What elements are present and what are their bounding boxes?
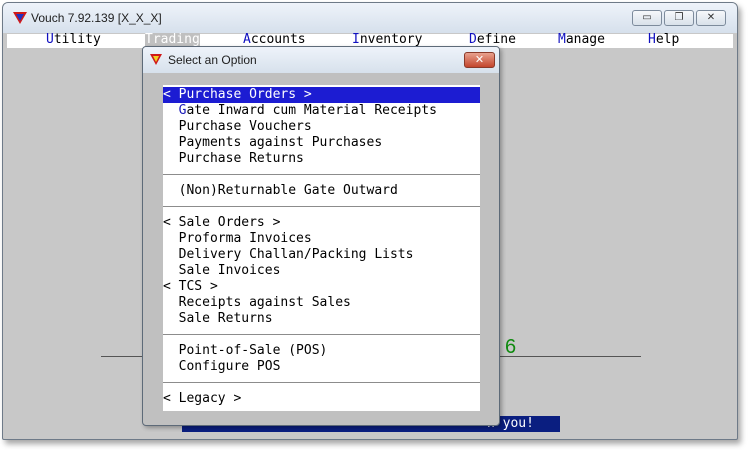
dialog-close-button[interactable]: ✕ xyxy=(464,52,495,68)
option-purchase-vouchers[interactable]: Purchase Vouchers xyxy=(163,119,480,135)
minimize-icon: ▭ xyxy=(642,12,652,23)
menu-help[interactable]: Help xyxy=(648,33,679,47)
option-tcs[interactable]: < TCS > xyxy=(163,279,480,295)
separator xyxy=(163,382,480,383)
maximize-button[interactable]: ❐ xyxy=(664,10,694,26)
option-receipts-against-sales[interactable]: Receipts against Sales xyxy=(163,295,480,311)
menu-inventory[interactable]: Inventory xyxy=(352,33,422,47)
dialog-logo-icon xyxy=(150,54,162,65)
option-configure-pos[interactable]: Configure POS xyxy=(163,359,480,375)
title-bar[interactable]: Vouch 7.92.139 [X_X_X] ▭ ❐ ✕ xyxy=(3,3,737,33)
option-sale-orders[interactable]: < Sale Orders > xyxy=(163,215,480,231)
select-option-dialog: Select an Option ✕ < Purchase Orders > G… xyxy=(142,46,500,426)
option-purchase-returns[interactable]: Purchase Returns xyxy=(163,151,480,167)
separator xyxy=(163,174,480,175)
close-icon: ✕ xyxy=(474,53,485,66)
window-title: Vouch 7.92.139 [X_X_X] xyxy=(31,11,162,25)
close-icon: ✕ xyxy=(706,12,716,23)
menu-manage[interactable]: Manage xyxy=(558,33,605,47)
option-purchase-orders[interactable]: < Purchase Orders > xyxy=(163,87,480,103)
option-list: < Purchase Orders > Gate Inward cum Mate… xyxy=(163,85,480,411)
dialog-title-bar[interactable]: Select an Option ✕ xyxy=(143,47,499,73)
menu-trading[interactable]: Trading xyxy=(145,33,200,47)
option-point-of-sale[interactable]: Point-of-Sale (POS) xyxy=(163,343,480,359)
dialog-title: Select an Option xyxy=(168,53,257,67)
option-sale-invoices[interactable]: Sale Invoices xyxy=(163,263,480,279)
separator xyxy=(163,334,480,335)
close-button[interactable]: ✕ xyxy=(696,10,726,26)
menu-utility[interactable]: Utility xyxy=(46,33,101,47)
menu-define[interactable]: Define xyxy=(469,33,516,47)
separator xyxy=(163,206,480,207)
big-number: 6 xyxy=(505,336,517,358)
app-logo-icon xyxy=(13,12,27,24)
option-gate-inward[interactable]: Gate Inward cum Material Receipts xyxy=(163,103,480,119)
option-returnable-gate-outward[interactable]: (Non)Returnable Gate Outward xyxy=(163,183,480,199)
option-payments-against-purchases[interactable]: Payments against Purchases xyxy=(163,135,480,151)
option-legacy[interactable]: < Legacy > xyxy=(163,391,480,407)
maximize-icon: ❐ xyxy=(674,12,684,23)
menu-accounts[interactable]: Accounts xyxy=(243,33,306,47)
option-sale-returns[interactable]: Sale Returns xyxy=(163,311,480,327)
option-proforma-invoices[interactable]: Proforma Invoices xyxy=(163,231,480,247)
option-delivery-challan[interactable]: Delivery Challan/Packing Lists xyxy=(163,247,480,263)
minimize-button[interactable]: ▭ xyxy=(632,10,662,26)
